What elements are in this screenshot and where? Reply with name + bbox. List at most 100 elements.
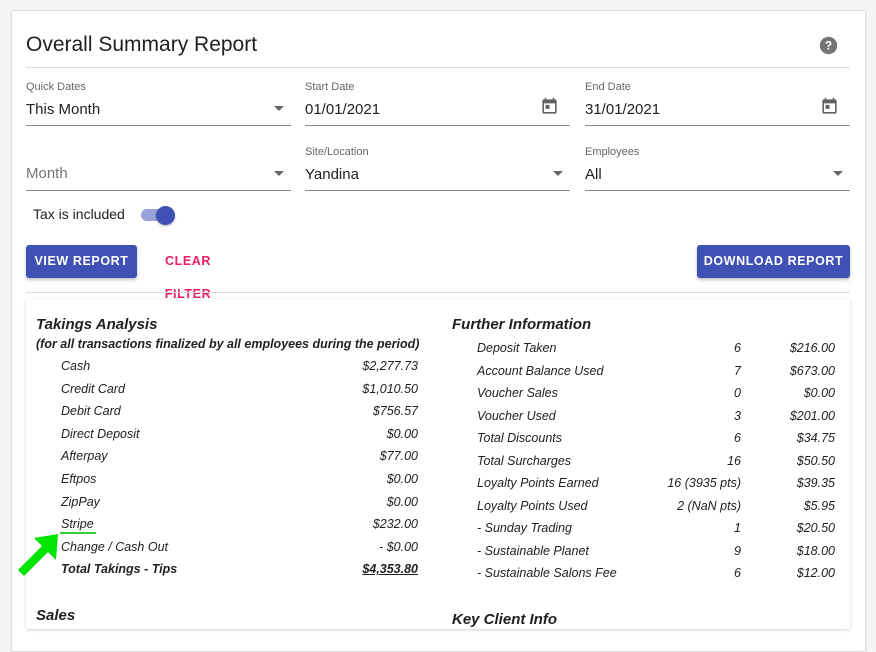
chevron-down-icon [553, 171, 563, 176]
takings-row: Direct Deposit $0.00 [61, 427, 418, 445]
takings-total-row: Total Takings - Tips $4,353.80 [61, 562, 418, 580]
further-info-count: 3 [734, 408, 741, 423]
takings-row-value: $4,353.80 [362, 562, 418, 577]
further-info-count: 0 [734, 386, 741, 400]
further-info-value: $12.00 [796, 566, 835, 580]
further-info-row: - Sustainable Salons Fee 6 $12.00 [477, 566, 835, 584]
sales-title: Sales [36, 607, 76, 624]
month-placeholder: Month [26, 165, 68, 182]
employees-label: Employees [585, 146, 640, 158]
takings-row-label: Credit Card [61, 381, 125, 396]
further-information-title: Further Information [452, 316, 592, 333]
further-info-label: Total Discounts [477, 431, 562, 445]
takings-row-label: Eftpos [61, 472, 97, 486]
further-info-value: $34.75 [796, 431, 835, 445]
further-info-value: $201.00 [789, 408, 835, 423]
employees-value: All [585, 166, 602, 183]
takings-row-value: $0.00 [386, 494, 418, 509]
chevron-down-icon [274, 106, 284, 111]
further-info-row: - Sunday Trading 1 $20.50 [477, 521, 835, 539]
takings-row: Credit Card $1,010.50 [61, 382, 418, 400]
further-info-label: Loyalty Points Earned [477, 476, 599, 490]
further-info-count: 2 (NaN pts) [677, 498, 741, 513]
further-info-value: $5.95 [803, 498, 835, 513]
takings-row-label: Stripe [61, 517, 94, 532]
takings-analysis-title: Takings Analysis [36, 316, 158, 333]
further-info-count: 16 [727, 453, 741, 468]
takings-row: Change / Cash Out - $0.00 [61, 540, 418, 558]
site-location-select[interactable]: Site/Location Yandina [305, 146, 570, 191]
further-info-count: 16 (3935 pts) [667, 476, 741, 490]
takings-row-label: Afterpay [61, 449, 108, 464]
annotation-arrow-icon [18, 534, 58, 576]
start-date-label: Start Date [305, 81, 355, 93]
calendar-icon[interactable] [820, 97, 839, 116]
end-date-value: 31/01/2021 [585, 101, 661, 118]
takings-row: ZipPay $0.00 [61, 495, 418, 513]
further-info-label: - Sustainable Salons Fee [477, 566, 617, 580]
takings-row-label: Direct Deposit [61, 426, 140, 441]
tax-toggle-label: Tax is included [33, 206, 125, 222]
takings-row: Eftpos $0.00 [61, 472, 418, 490]
takings-row-value: $232.00 [372, 517, 418, 532]
quick-dates-label: Quick Dates [26, 81, 86, 93]
further-info-value: $50.50 [796, 453, 835, 468]
takings-analysis-subtitle: (for all transactions finalized by all e… [36, 337, 420, 351]
quick-dates-select[interactable]: Quick Dates This Month [26, 81, 291, 126]
further-info-count: 1 [734, 521, 741, 535]
page-title: Overall Summary Report [26, 33, 258, 56]
further-info-value: $39.35 [796, 476, 835, 490]
site-location-value: Yandina [305, 166, 359, 183]
quick-dates-value: This Month [26, 101, 101, 118]
employees-select[interactable]: Employees All [585, 146, 850, 191]
takings-row-label: Debit Card [61, 404, 121, 419]
download-report-button[interactable]: DOWNLOAD REPORT [697, 245, 850, 278]
further-info-count: 6 [734, 431, 741, 445]
further-info-value: $20.50 [796, 521, 835, 535]
further-info-row: Voucher Sales 0 $0.00 [477, 386, 835, 404]
further-info-row: Account Balance Used 7 $673.00 [477, 364, 835, 382]
view-report-button[interactable]: VIEW REPORT [26, 245, 137, 278]
takings-row-value: $77.00 [379, 449, 418, 464]
further-info-value: $18.00 [796, 543, 835, 558]
tax-included-toggle[interactable] [141, 206, 175, 225]
end-date-label: End Date [585, 81, 631, 93]
toggle-thumb [156, 206, 175, 225]
takings-row-value: $756.57 [372, 404, 418, 419]
further-info-value: $0.00 [803, 386, 835, 400]
further-info-label: Voucher Sales [477, 386, 558, 400]
month-select[interactable]: Month [26, 146, 291, 191]
further-info-row: Loyalty Points Used 2 (NaN pts) $5.95 [477, 499, 835, 517]
takings-row: Afterpay $77.00 [61, 449, 418, 467]
takings-row-label: ZipPay [61, 494, 100, 509]
further-info-row: Total Discounts 6 $34.75 [477, 431, 835, 449]
chevron-down-icon [274, 171, 284, 176]
key-client-info-title: Key Client Info [452, 611, 558, 628]
takings-row-value: $0.00 [386, 426, 418, 441]
start-date-value: 01/01/2021 [305, 101, 381, 118]
further-info-row: Total Surcharges 16 $50.50 [477, 454, 835, 472]
further-info-label: Deposit Taken [477, 341, 557, 355]
takings-row-label: Cash [61, 359, 91, 373]
further-info-row: Loyalty Points Earned 16 (3935 pts) $39.35 [477, 476, 835, 494]
clear-filter-button[interactable]: CLEAR FILTER [140, 245, 236, 301]
further-info-value: $673.00 [789, 363, 835, 378]
further-info-row: - Sustainable Planet 9 $18.00 [477, 544, 835, 562]
further-info-row: Deposit Taken 6 $216.00 [477, 341, 835, 359]
calendar-icon[interactable] [540, 97, 559, 116]
further-info-label: Account Balance Used [477, 363, 604, 378]
further-info-label: - Sustainable Planet [477, 543, 589, 558]
further-info-count: 6 [734, 566, 741, 580]
takings-row-value: - $0.00 [379, 539, 418, 554]
takings-row: Debit Card $756.57 [61, 404, 418, 422]
help-circle-icon[interactable]: ? [819, 36, 838, 55]
title-divider [26, 67, 850, 68]
actions-divider [26, 292, 850, 293]
end-date-field[interactable]: End Date 31/01/2021 [585, 81, 850, 126]
chevron-down-icon [833, 171, 843, 176]
annotation-underline [60, 532, 96, 534]
takings-row-value: $1,010.50 [362, 381, 418, 396]
start-date-field[interactable]: Start Date 01/01/2021 [305, 81, 570, 126]
further-info-label: Loyalty Points Used [477, 498, 588, 513]
further-info-count: 9 [734, 543, 741, 558]
